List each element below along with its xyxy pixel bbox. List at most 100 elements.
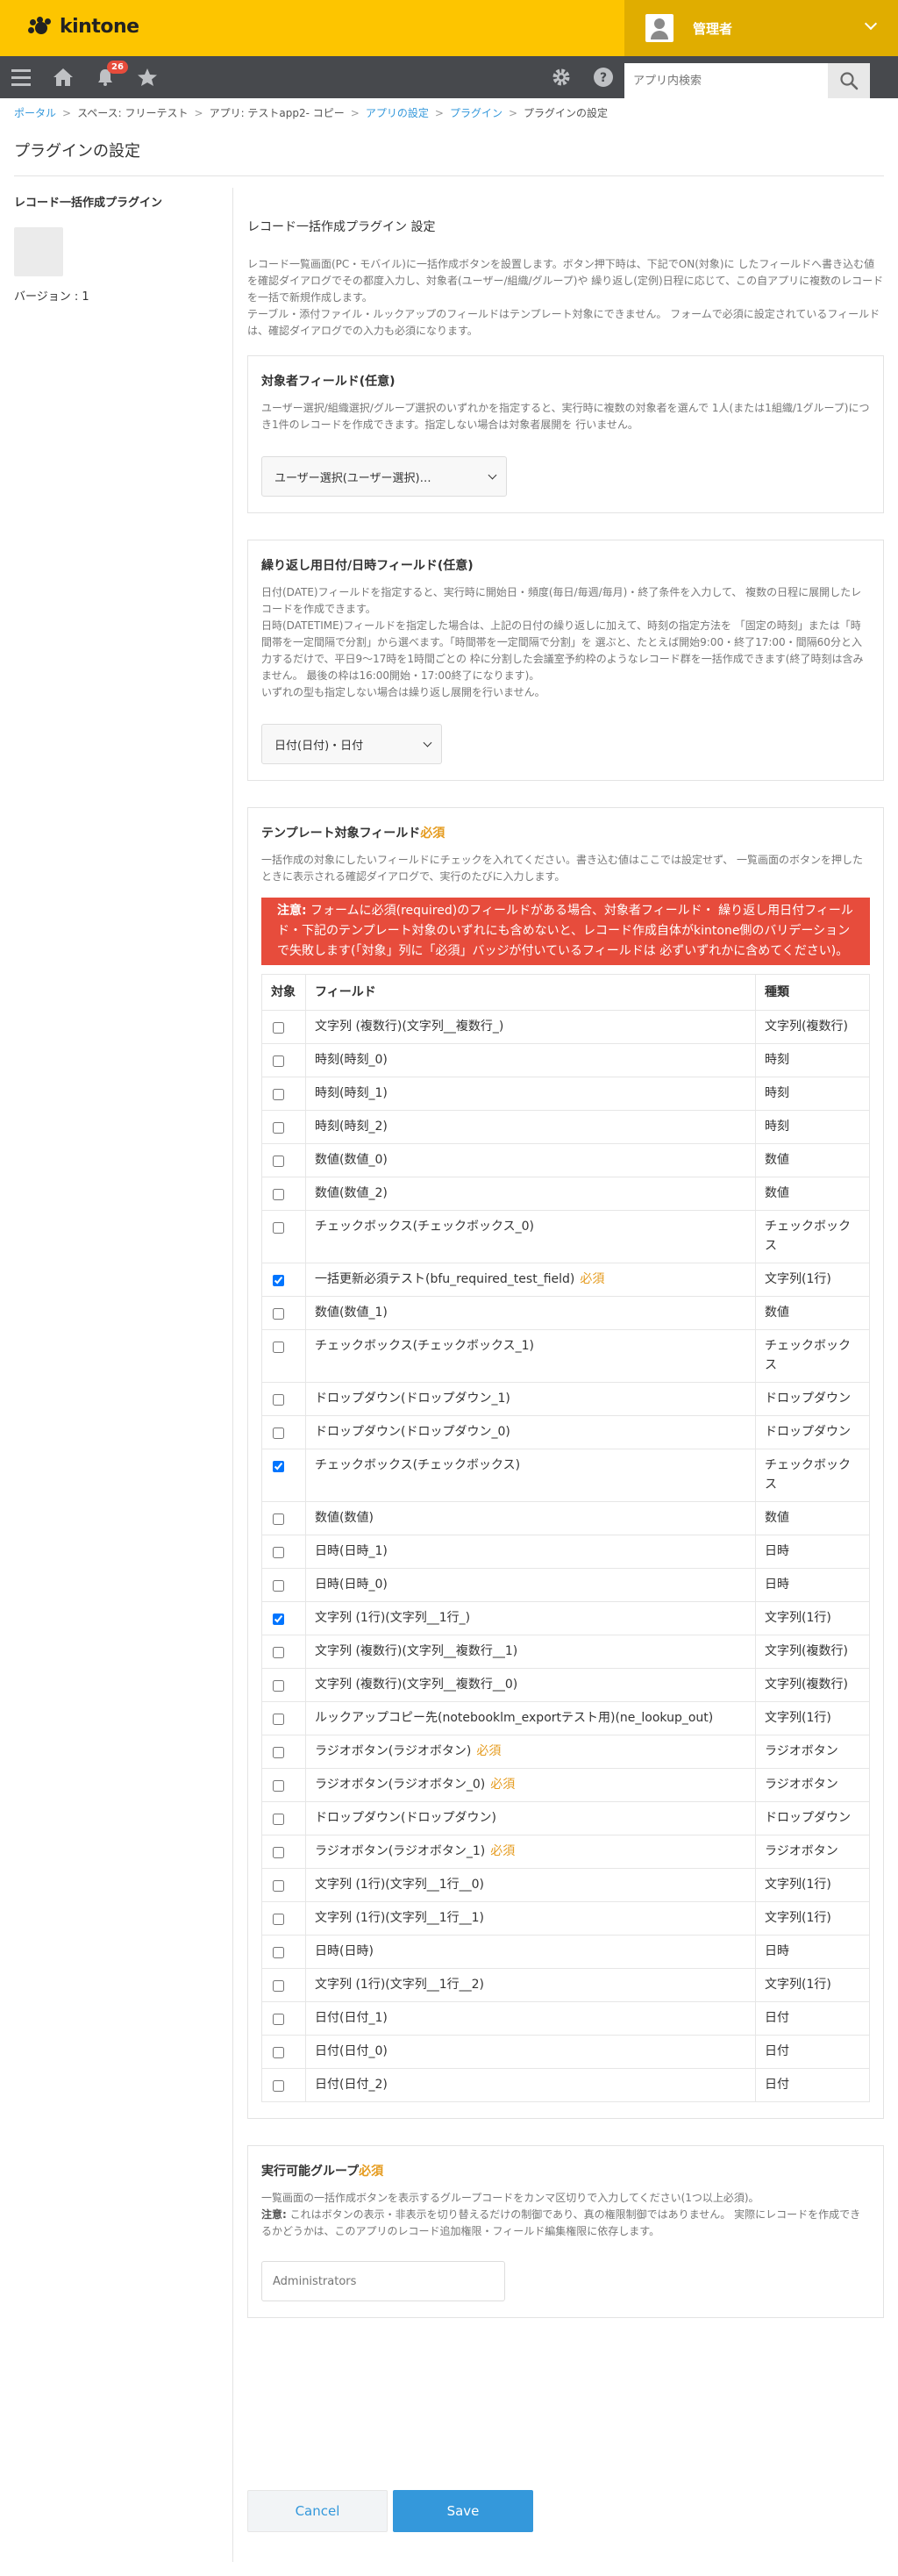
field-name: 文字列 (複数行)(文字列__複数行_)	[315, 1020, 504, 1034]
target-cell	[261, 1110, 306, 1144]
user-menu[interactable]: 管理者	[624, 0, 898, 56]
target-checkbox[interactable]	[273, 1428, 284, 1439]
table-row: ドロップダウン(ドロップダウン) ドロップダウン	[261, 1801, 870, 1835]
table-row: 時刻(時刻_2) 時刻	[261, 1110, 870, 1144]
field-type: 日時	[755, 1935, 870, 1969]
breadcrumb-plugins[interactable]: プラグイン	[450, 107, 502, 119]
repeat-date-select[interactable]: 日付(日付)・日付	[261, 724, 442, 764]
target-cell	[261, 1901, 306, 1936]
target-checkbox[interactable]	[273, 1747, 284, 1758]
target-field-select-value: ユーザー選択(ユーザー選択)…	[274, 471, 431, 485]
gear-icon[interactable]	[544, 56, 579, 98]
field-type: 文字列(複数行)	[755, 1635, 870, 1669]
field-type: 時刻	[755, 1043, 870, 1077]
field-type: 文字列(1行)	[755, 1701, 870, 1735]
target-cell	[261, 1735, 306, 1769]
target-checkbox[interactable]	[273, 1880, 284, 1892]
target-cell	[261, 1177, 306, 1211]
target-checkbox[interactable]	[273, 1780, 284, 1792]
search-button[interactable]	[828, 63, 870, 98]
field-name: チェックボックス(チェックボックス_0)	[315, 1220, 534, 1234]
search-input[interactable]	[624, 63, 828, 98]
top-header: kintone 管理者	[0, 0, 898, 56]
target-checkbox[interactable]	[273, 1814, 284, 1825]
target-checkbox[interactable]	[273, 1980, 284, 1992]
target-checkbox[interactable]	[273, 1222, 284, 1234]
target-checkbox[interactable]	[273, 1914, 284, 1925]
target-checkbox[interactable]	[273, 2047, 284, 2058]
target-checkbox[interactable]	[273, 1156, 284, 1167]
field-type: ラジオボタン	[755, 1735, 870, 1769]
target-checkbox[interactable]	[273, 1947, 284, 1958]
target-checkbox[interactable]	[273, 1461, 284, 1472]
field-cell: 数値(数値_1)	[305, 1296, 756, 1330]
table-row: 文字列 (1行)(文字列__1行__2) 文字列(1行)	[261, 1968, 870, 2002]
plugin-icon	[14, 227, 63, 276]
target-cell	[261, 1568, 306, 1602]
repeat-date-section: 繰り返し用日付/日時フィールド(任意) 日付(DATE)フィールドを指定すると、…	[247, 540, 884, 781]
target-checkbox[interactable]	[273, 2080, 284, 2092]
cancel-button[interactable]: Cancel	[247, 2490, 388, 2532]
field-cell: ドロップダウン(ドロップダウン_0)	[305, 1415, 756, 1449]
target-checkbox[interactable]	[273, 1680, 284, 1692]
table-row: ドロップダウン(ドロップダウン_1) ドロップダウン	[261, 1382, 870, 1416]
field-type: 日付	[755, 2001, 870, 2036]
target-checkbox[interactable]	[273, 1022, 284, 1034]
field-type: 文字列(1行)	[755, 1868, 870, 1902]
repeat-date-title: 繰り返し用日付/日時フィールド(任意)	[261, 559, 474, 573]
required-mark: 必須	[359, 2165, 384, 2179]
target-checkbox[interactable]	[273, 1089, 284, 1100]
target-checkbox[interactable]	[273, 1547, 284, 1558]
target-field-section: 対象者フィールド(任意) ユーザー選択/組織選択/グループ選択のいずれかを指定す…	[247, 355, 884, 513]
target-cell	[261, 2035, 306, 2069]
breadcrumb-app-settings[interactable]: アプリの設定	[366, 107, 429, 119]
field-type: 文字列(複数行)	[755, 1668, 870, 1702]
required-badge: 必須	[490, 1778, 516, 1792]
help-icon[interactable]: ?	[586, 56, 621, 98]
notification-badge: 26	[107, 61, 128, 74]
home-icon[interactable]	[46, 56, 81, 98]
target-checkbox[interactable]	[273, 1394, 284, 1406]
field-cell: チェックボックス(チェックボックス_0)	[305, 1210, 756, 1263]
favorites-star-icon[interactable]	[130, 56, 165, 98]
target-checkbox[interactable]	[273, 1342, 284, 1353]
save-button[interactable]: Save	[393, 2490, 533, 2532]
field-name: 一括更新必須テスト(bfu_required_test_field)	[315, 1272, 575, 1286]
repeat-date-description-3: いずれの型も指定しない場合は繰り返し展開を行いません。	[261, 686, 545, 698]
target-checkbox[interactable]	[273, 1847, 284, 1858]
breadcrumb-portal[interactable]: ポータル	[14, 107, 56, 119]
target-checkbox[interactable]	[273, 1647, 284, 1658]
plugin-settings-main: レコード一括作成プラグイン 設定 レコード一覧画面(PC・モバイル)に一括作成ボ…	[247, 218, 884, 2318]
target-field-select[interactable]: ユーザー選択(ユーザー選択)…	[261, 456, 507, 497]
target-checkbox[interactable]	[273, 2014, 284, 2025]
target-checkbox[interactable]	[273, 1513, 284, 1525]
target-checkbox[interactable]	[273, 1308, 284, 1320]
target-checkbox[interactable]	[273, 1055, 284, 1067]
required-warning-alert: 注意: フォームに必須(required)のフィールドがある場合、対象者フィール…	[261, 898, 870, 965]
target-checkbox[interactable]	[273, 1580, 284, 1592]
target-cell	[261, 1382, 306, 1416]
notification-bell-icon[interactable]: 26	[88, 56, 128, 98]
target-cell	[261, 1210, 306, 1263]
group-code-input[interactable]	[261, 2261, 505, 2301]
menu-icon[interactable]	[4, 56, 39, 98]
kintone-logo[interactable]: kintone	[28, 16, 139, 38]
executable-group-title: 実行可能グループ必須	[261, 2162, 870, 2179]
app-search	[624, 56, 898, 98]
field-cell: 数値(数値_0)	[305, 1143, 756, 1177]
target-checkbox[interactable]	[273, 1714, 284, 1725]
table-header-row: 対象 フィールド 種類	[261, 974, 870, 1011]
target-checkbox[interactable]	[273, 1189, 284, 1200]
target-cell	[261, 1868, 306, 1902]
table-row: 数値(数値_2) 数値	[261, 1177, 870, 1211]
table-row: 日時(日時_1) 日時	[261, 1535, 870, 1569]
field-name: ラジオボタン(ラジオボタン)	[315, 1744, 472, 1758]
target-checkbox[interactable]	[273, 1275, 284, 1286]
field-name: 時刻(時刻_1)	[315, 1086, 388, 1100]
breadcrumb-app[interactable]: アプリ: テストapp2- コピー	[210, 107, 345, 119]
field-name: 日付(日付_2)	[315, 2078, 388, 2092]
target-checkbox[interactable]	[273, 1614, 284, 1625]
breadcrumb-space: スペース: フリーテスト	[77, 107, 189, 119]
page-title: プラグインの設定	[14, 142, 140, 161]
target-checkbox[interactable]	[273, 1122, 284, 1134]
